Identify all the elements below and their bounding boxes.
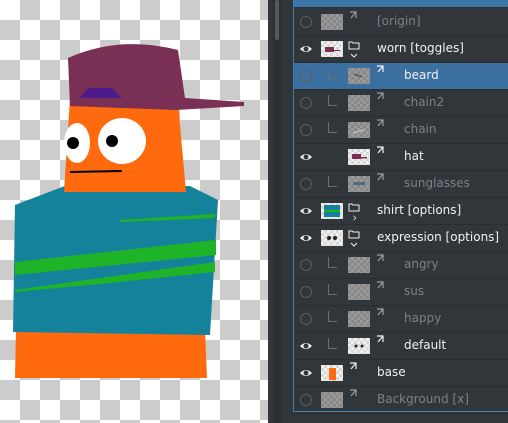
eye-icon[interactable]: [299, 366, 313, 380]
layer-thumbnail: [348, 95, 370, 111]
layer-thumbnail: [348, 311, 370, 327]
layer-name: shirt [options]: [377, 203, 462, 217]
paint-layer-icon: [350, 362, 357, 370]
left-pupil: [67, 137, 79, 149]
layer-thumbnail: [348, 284, 370, 300]
layer-row-chain[interactable]: chain: [294, 117, 508, 144]
tree-connector: [328, 338, 337, 349]
layer-thumbnail: [348, 176, 370, 192]
layer-name: sus: [404, 284, 425, 298]
layer-name: angry: [404, 257, 439, 271]
layer-row-expression[interactable]: expression [options]: [294, 225, 508, 252]
paint-layer-icon: [377, 119, 384, 127]
layer-row-angry[interactable]: angry: [294, 252, 508, 279]
paint-layer-icon: [377, 92, 384, 100]
eye-icon[interactable]: [299, 339, 313, 353]
tree-connector: [328, 122, 337, 133]
layer-name: default: [404, 338, 447, 352]
layer-name: chain: [404, 122, 437, 136]
folder-icon: [348, 203, 360, 212]
layer-name: base: [377, 365, 406, 379]
layer-row-default[interactable]: default: [294, 333, 508, 360]
tree-connector: [328, 257, 337, 268]
layer-row-background[interactable]: Background [x]: [294, 387, 508, 414]
chevron-down-icon[interactable]: [350, 242, 358, 248]
paint-layer-icon: [377, 65, 384, 73]
layer-thumbnail: [348, 122, 370, 138]
paint-layer-icon: [377, 254, 384, 262]
right-eye: [98, 118, 146, 164]
layer-name: Background [x]: [377, 392, 469, 406]
layer-thumbnail: [348, 149, 370, 165]
tree-connector: [328, 284, 337, 295]
layer-thumbnail: [348, 68, 370, 84]
layer-row-worn[interactable]: worn [toggles]: [294, 36, 508, 63]
character-artwork: [13, 44, 244, 378]
layer-thumbnail: [348, 257, 370, 273]
visibility-off-icon[interactable]: [300, 259, 312, 271]
visibility-off-icon[interactable]: [300, 286, 312, 298]
layer-name: worn [toggles]: [377, 41, 464, 55]
eye-icon[interactable]: [299, 150, 313, 164]
paint-layer-icon: [377, 146, 384, 154]
tree-connector: [328, 176, 337, 187]
origin-icon: [350, 11, 357, 19]
tree-connector: [328, 95, 337, 106]
layer-row-base[interactable]: base: [294, 360, 508, 387]
layer-row-hat[interactable]: hat: [294, 144, 508, 171]
eye-icon[interactable]: [299, 42, 313, 56]
character-legs: [15, 330, 207, 378]
visibility-off-icon[interactable]: [300, 70, 312, 82]
layer-row-origin[interactable]: [origin]: [294, 9, 508, 36]
layer-name: expression [options]: [377, 230, 500, 244]
layer-name: chain2: [404, 95, 445, 109]
chevron-down-icon[interactable]: [350, 53, 358, 59]
layer-name: happy: [404, 311, 442, 325]
canvas-viewport[interactable]: [0, 0, 268, 423]
paint-layer-icon: [377, 335, 384, 343]
tree-connector: [328, 311, 337, 322]
visibility-off-icon[interactable]: [300, 313, 312, 325]
layer-row-sunglasses[interactable]: sunglasses: [294, 171, 508, 198]
paint-layer-icon: [377, 173, 384, 181]
scrollbar-thumb[interactable]: [275, 0, 279, 40]
chevron-right-icon[interactable]: [351, 215, 359, 221]
layer-name: hat: [404, 149, 424, 163]
canvas-vertical-scrollbar[interactable]: [273, 0, 281, 423]
layer-thumbnail: [348, 338, 370, 354]
layer-thumbnail: [321, 230, 343, 246]
layer-row-shirt[interactable]: shirt [options]: [294, 198, 508, 225]
tree-connector: [328, 68, 337, 79]
layer-thumbnail: [321, 203, 343, 219]
layer-thumbnail: [321, 365, 343, 381]
paint-layer-icon: [377, 308, 384, 316]
layer-name: sunglasses: [404, 176, 470, 190]
layer-thumbnail: [321, 41, 343, 57]
visibility-off-icon[interactable]: [300, 178, 312, 190]
mouth: [69, 170, 123, 173]
visibility-off-icon[interactable]: [300, 124, 312, 136]
layer-row-happy[interactable]: happy: [294, 306, 508, 333]
layer-row-chain2[interactable]: chain2: [294, 90, 508, 117]
eye-icon[interactable]: [299, 204, 313, 218]
layer-thumbnail: [321, 392, 343, 408]
eye-icon[interactable]: [299, 231, 313, 245]
visibility-off-icon[interactable]: [300, 16, 312, 28]
layer-thumbnail: [321, 14, 343, 30]
folder-icon: [348, 230, 360, 239]
paint-layer-icon: [377, 281, 384, 289]
right-pupil: [106, 135, 118, 147]
character-hat: [68, 44, 244, 110]
visibility-off-icon[interactable]: [300, 97, 312, 109]
paint-layer-icon: [350, 389, 357, 397]
layer-row-beard[interactable]: beard: [294, 63, 508, 90]
layer-name: beard: [404, 68, 439, 82]
layer-row-sus[interactable]: sus: [294, 279, 508, 306]
layer-name: [origin]: [377, 14, 421, 28]
visibility-off-icon[interactable]: [300, 394, 312, 406]
folder-icon: [348, 41, 360, 50]
